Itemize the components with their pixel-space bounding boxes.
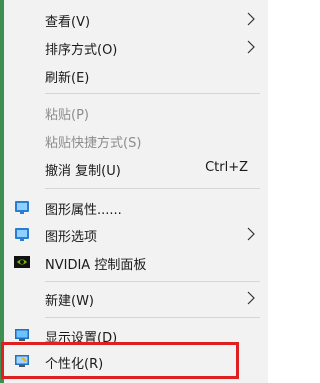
menu-item-label: 图形属性......	[45, 203, 122, 218]
chevron-right-icon	[247, 12, 255, 26]
menu-item-nvidia[interactable]: NVIDIA 控制面板	[4, 249, 268, 275]
menu-item-refresh[interactable]: 刷新(E)	[4, 62, 268, 88]
menu-item-graphics-properties[interactable]: 图形属性......	[4, 194, 268, 220]
menu-item-paste: 粘贴(P)	[4, 99, 268, 125]
desktop-context-menu: 查看(V) 排序方式(O) 刷新(E) 粘贴(P) 粘贴快捷方式(S) 撤消 复…	[4, 0, 268, 383]
nvidia-icon	[14, 256, 30, 268]
menu-item-sort[interactable]: 排序方式(O)	[4, 34, 268, 60]
menu-item-graphics-options[interactable]: 图形选项	[4, 221, 268, 247]
menu-item-label: 新建(W)	[45, 294, 94, 309]
shortcut-text: Ctrl+Z	[205, 160, 248, 175]
menu-separator	[45, 281, 260, 282]
menu-item-label: 图形选项	[45, 230, 98, 245]
menu-item-label: 刷新(E)	[45, 71, 90, 86]
chevron-right-icon	[247, 291, 255, 305]
menu-separator	[45, 188, 260, 189]
menu-separator	[45, 93, 260, 94]
menu-item-undo-copy[interactable]: 撤消 复制(U) Ctrl+Z	[4, 155, 268, 181]
menu-item-label: 排序方式(O)	[45, 43, 118, 58]
menu-item-new[interactable]: 新建(W)	[4, 285, 268, 311]
menu-separator	[45, 317, 260, 318]
highlight-box	[1, 342, 239, 379]
menu-item-label: 粘贴快捷方式(S)	[45, 136, 142, 151]
menu-item-label: NVIDIA 控制面板	[45, 258, 147, 273]
chevron-right-icon	[247, 40, 255, 54]
intel-graphics-icon	[15, 201, 29, 214]
menu-item-label: 撤消 复制(U)	[45, 164, 121, 179]
display-monitor-icon	[15, 329, 29, 341]
intel-graphics-icon	[15, 228, 29, 241]
chevron-right-icon	[247, 227, 255, 241]
menu-item-view[interactable]: 查看(V)	[4, 6, 268, 32]
menu-item-paste-shortcut: 粘贴快捷方式(S)	[4, 127, 268, 153]
menu-item-label: 粘贴(P)	[45, 108, 89, 123]
menu-item-label: 查看(V)	[45, 15, 91, 30]
